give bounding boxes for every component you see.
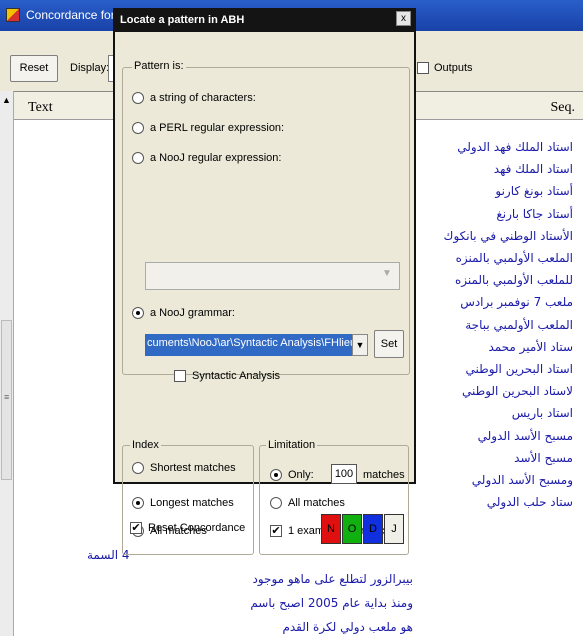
- radio-longest[interactable]: [132, 497, 144, 509]
- seq-row[interactable]: ستاد حلب الدولي: [487, 495, 573, 509]
- radio-string-label: a string of characters:: [150, 92, 256, 104]
- outputs-checkbox[interactable]: [417, 62, 429, 74]
- matches-label: matches: [363, 469, 405, 481]
- column-header-seq-label: Seq.: [550, 100, 576, 115]
- radio-longest-label: Longest matches: [150, 497, 234, 509]
- index-group-label: Index: [130, 439, 161, 451]
- syntactic-analysis-label: Syntactic Analysis: [192, 370, 281, 382]
- grammar-path-combo[interactable]: cuments\NooJ\ar\Syntactic Analysis\FHlie…: [145, 334, 352, 356]
- radio-only-label: Only:: [288, 469, 314, 481]
- set-button[interactable]: Set: [374, 330, 404, 358]
- seq-row[interactable]: استاد الملك فهد الدولي: [457, 140, 573, 154]
- context-row[interactable]: بيبرالزور لتطلع على ماهو موجود: [253, 572, 413, 586]
- radio-shortest-label: Shortest matches: [150, 462, 236, 474]
- color-button-o[interactable]: O: [342, 514, 362, 544]
- column-header-text-label: Text: [28, 100, 53, 115]
- example-per-match-checkbox[interactable]: ✔: [270, 525, 282, 537]
- seq-row[interactable]: لاستاد البحرين الوطني: [462, 384, 573, 398]
- color-button-bar: NODJ: [300, 514, 404, 544]
- scroll-up-arrow-icon[interactable]: ▲: [2, 95, 11, 105]
- seq-row[interactable]: الملعب الأولمبي بالمنزه: [456, 251, 573, 265]
- radio-all-limit-label: All matches: [288, 497, 345, 509]
- radio-nooj-grammar-label: a NooJ grammar:: [150, 307, 235, 319]
- seq-row[interactable]: الأستاد الوطني في بانكوك: [444, 229, 573, 243]
- context-row[interactable]: ومنذ بداية عام 2005 اصبح باسم: [250, 596, 413, 610]
- color-button-n[interactable]: N: [321, 514, 341, 544]
- radio-perl[interactable]: [132, 122, 144, 134]
- limitation-group-label: Limitation: [266, 439, 318, 451]
- seq-row[interactable]: ملعب 7 نوفمبر برادس: [460, 295, 573, 309]
- radio-all-limit[interactable]: [270, 497, 282, 509]
- radio-perl-label: a PERL regular expression:: [150, 122, 285, 134]
- regex-combo[interactable]: [145, 262, 400, 290]
- close-icon[interactable]: x: [396, 11, 411, 26]
- color-button-d[interactable]: D: [363, 514, 383, 544]
- radio-nooj-grammar[interactable]: [132, 307, 144, 319]
- seq-row[interactable]: للملعب الأولمبي بالمنزه: [455, 273, 573, 287]
- display-label: Display:: [70, 62, 110, 74]
- radio-only[interactable]: [270, 469, 282, 481]
- dialog-title: Locate a pattern in ABH: [120, 14, 245, 26]
- syntactic-analysis-checkbox[interactable]: [174, 370, 186, 382]
- seq-row[interactable]: استاد البحرين الوطني: [466, 362, 573, 376]
- reset-button[interactable]: Reset: [10, 55, 58, 82]
- seq-row[interactable]: مسبح الأسد الدولي: [478, 429, 573, 443]
- color-button-j[interactable]: J: [384, 514, 404, 544]
- outputs-label: Outputs: [434, 62, 473, 74]
- radio-nooj-regex-label: a NooJ regular expression:: [150, 152, 282, 164]
- seq-row[interactable]: ومسبح الأسد الدولي: [472, 473, 573, 487]
- context-row[interactable]: هو ملعب دولي لكرة القدم: [282, 620, 413, 634]
- seq-row[interactable]: استاد الملك فهد: [494, 162, 573, 176]
- scroll-grip-icon: ≡: [4, 392, 10, 402]
- pattern-group-label: Pattern is:: [132, 60, 186, 72]
- seq-row[interactable]: استاد باريس: [512, 406, 573, 420]
- radio-string[interactable]: [132, 92, 144, 104]
- only-count-input[interactable]: 100: [331, 464, 357, 484]
- reset-concordance-label: Reset Concordance: [148, 522, 246, 534]
- app-icon: [6, 8, 20, 22]
- grammar-dropdown-icon[interactable]: ▼: [352, 334, 368, 356]
- radio-shortest[interactable]: [132, 462, 144, 474]
- pattern-group: [122, 67, 410, 375]
- seq-row[interactable]: الملعب الأولمبي بباجة: [465, 318, 573, 332]
- reset-concordance-checkbox[interactable]: ✔: [130, 522, 142, 534]
- chevron-down-icon[interactable]: ▼: [382, 268, 392, 279]
- radio-nooj-regex[interactable]: [132, 152, 144, 164]
- seq-row[interactable]: مسبح الأسد: [514, 451, 573, 465]
- seq-row[interactable]: أستاد بونغ كارنو: [495, 184, 573, 198]
- seq-row[interactable]: أستاد جاكا بارنغ: [496, 207, 573, 221]
- seq-row[interactable]: ستاد الأمير محمد: [488, 340, 573, 354]
